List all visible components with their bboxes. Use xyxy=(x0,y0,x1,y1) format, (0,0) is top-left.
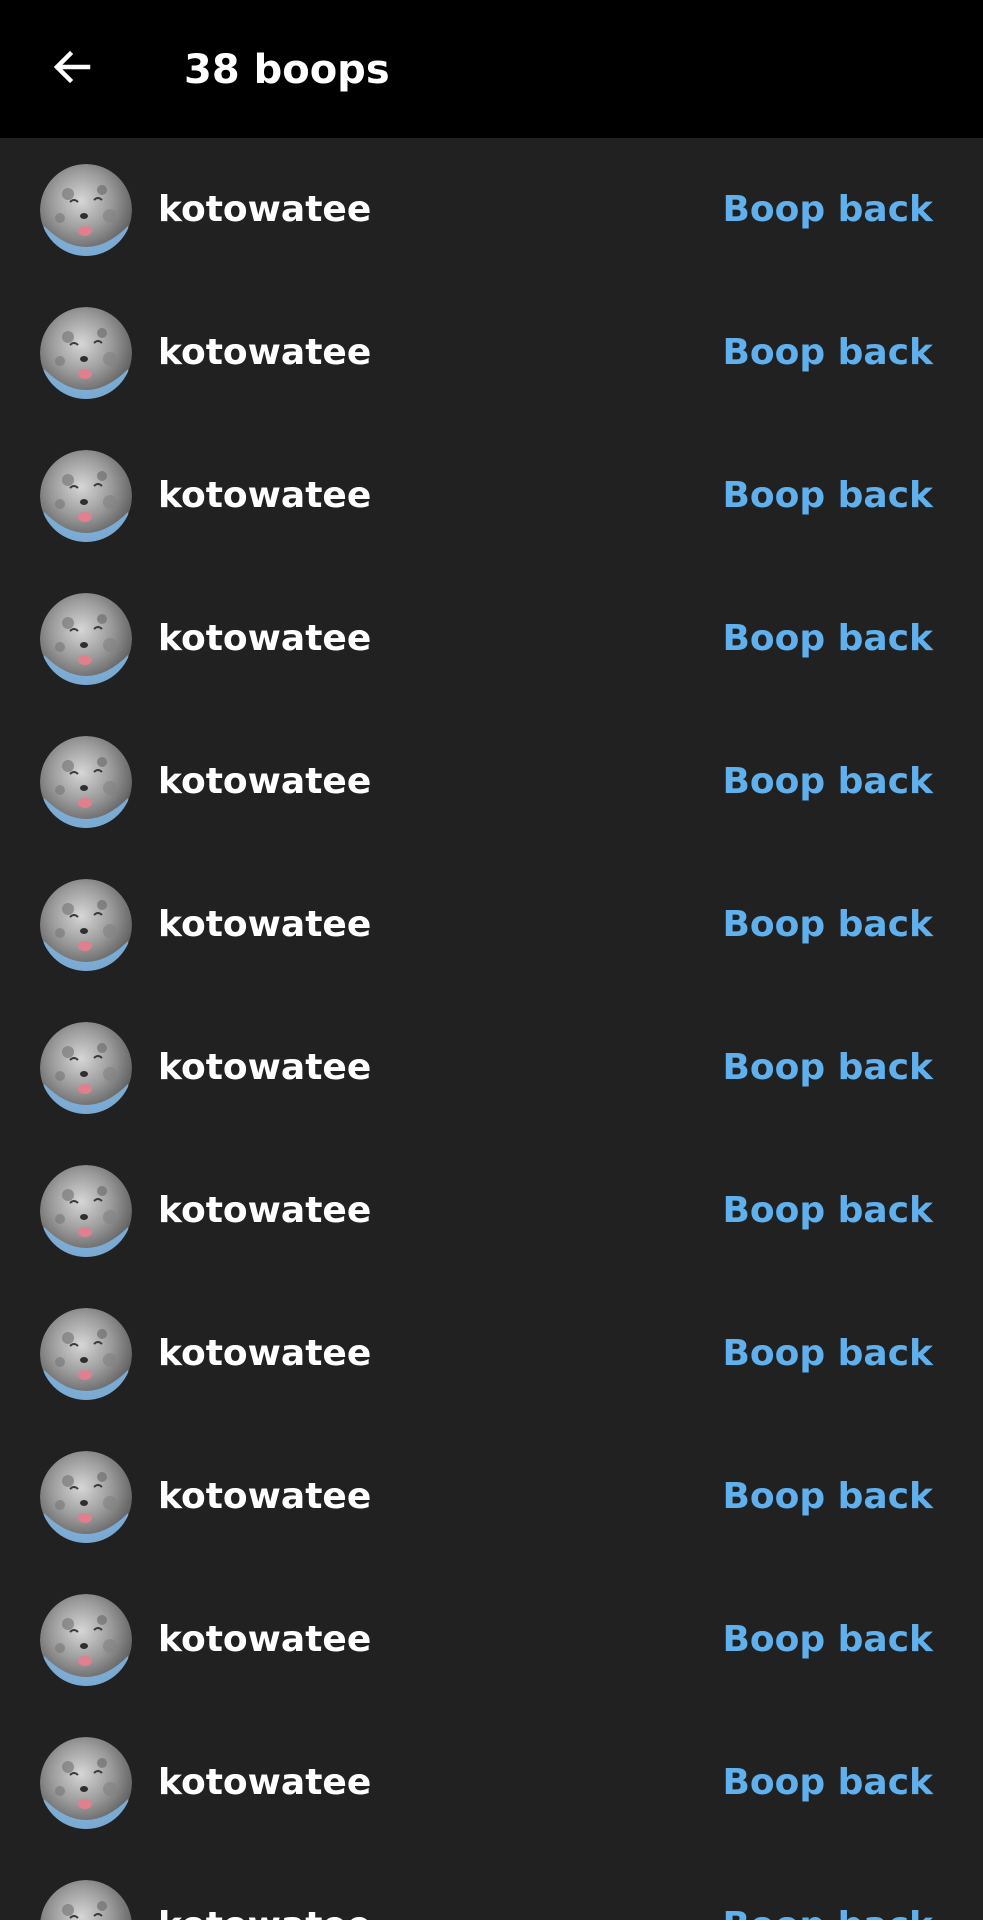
back-button[interactable] xyxy=(40,37,104,101)
boop-row: kotowatee Boop back xyxy=(0,1854,983,1920)
boop-back-button[interactable]: Boop back xyxy=(722,470,933,522)
boop-row: kotowatee Boop back xyxy=(0,1711,983,1854)
boop-list[interactable]: kotowatee Boop back kotowatee Boop back koto… xyxy=(0,138,983,1920)
boop-back-button[interactable]: Boop back xyxy=(722,1042,933,1094)
boop-back-button[interactable]: Boop back xyxy=(722,1900,933,1920)
boop-row: kotowatee Boop back xyxy=(0,138,983,281)
boop-row: kotowatee Boop back xyxy=(0,996,983,1139)
boop-back-button[interactable]: Boop back xyxy=(722,613,933,665)
avatar[interactable] xyxy=(40,1880,132,1920)
avatar[interactable] xyxy=(40,164,132,256)
username[interactable]: kotowatee xyxy=(158,184,371,236)
avatar[interactable] xyxy=(40,1737,132,1829)
boop-row: kotowatee Boop back xyxy=(0,1568,983,1711)
username[interactable]: kotowatee xyxy=(158,470,371,522)
username[interactable]: kotowatee xyxy=(158,899,371,951)
avatar[interactable] xyxy=(40,736,132,828)
boop-row: kotowatee Boop back xyxy=(0,567,983,710)
boop-back-button[interactable]: Boop back xyxy=(722,184,933,236)
boop-back-button[interactable]: Boop back xyxy=(722,1757,933,1809)
boop-back-button[interactable]: Boop back xyxy=(722,1328,933,1380)
username[interactable]: kotowatee xyxy=(158,1328,371,1380)
boop-row: kotowatee Boop back xyxy=(0,281,983,424)
boop-back-button[interactable]: Boop back xyxy=(722,756,933,808)
boop-row: kotowatee Boop back xyxy=(0,424,983,567)
boop-row: kotowatee Boop back xyxy=(0,1282,983,1425)
page-title: 38 boops xyxy=(184,47,390,93)
top-app-bar: 38 boops xyxy=(0,0,983,138)
avatar[interactable] xyxy=(40,450,132,542)
arrow-left-icon xyxy=(48,43,96,95)
avatar[interactable] xyxy=(40,1308,132,1400)
avatar[interactable] xyxy=(40,1022,132,1114)
username[interactable]: kotowatee xyxy=(158,1185,371,1237)
username[interactable]: kotowatee xyxy=(158,327,371,379)
boop-back-button[interactable]: Boop back xyxy=(722,1185,933,1237)
avatar[interactable] xyxy=(40,593,132,685)
boop-row: kotowatee Boop back xyxy=(0,853,983,996)
boop-back-button[interactable]: Boop back xyxy=(722,1614,933,1666)
boop-row: kotowatee Boop back xyxy=(0,1425,983,1568)
username[interactable]: kotowatee xyxy=(158,1757,371,1809)
avatar[interactable] xyxy=(40,1594,132,1686)
boop-row: kotowatee Boop back xyxy=(0,1139,983,1282)
boop-row: kotowatee Boop back xyxy=(0,710,983,853)
boop-back-button[interactable]: Boop back xyxy=(722,327,933,379)
boop-back-button[interactable]: Boop back xyxy=(722,1471,933,1523)
username[interactable]: kotowatee xyxy=(158,1471,371,1523)
boops-screen: 38 boops kotowatee Boop back kotowatee Boop… xyxy=(0,0,983,1920)
avatar[interactable] xyxy=(40,1451,132,1543)
username[interactable]: kotowatee xyxy=(158,756,371,808)
username[interactable]: kotowatee xyxy=(158,1614,371,1666)
username[interactable]: kotowatee xyxy=(158,1900,371,1920)
username[interactable]: kotowatee xyxy=(158,1042,371,1094)
avatar[interactable] xyxy=(40,1165,132,1257)
boop-back-button[interactable]: Boop back xyxy=(722,899,933,951)
username[interactable]: kotowatee xyxy=(158,613,371,665)
avatar[interactable] xyxy=(40,307,132,399)
avatar[interactable] xyxy=(40,879,132,971)
